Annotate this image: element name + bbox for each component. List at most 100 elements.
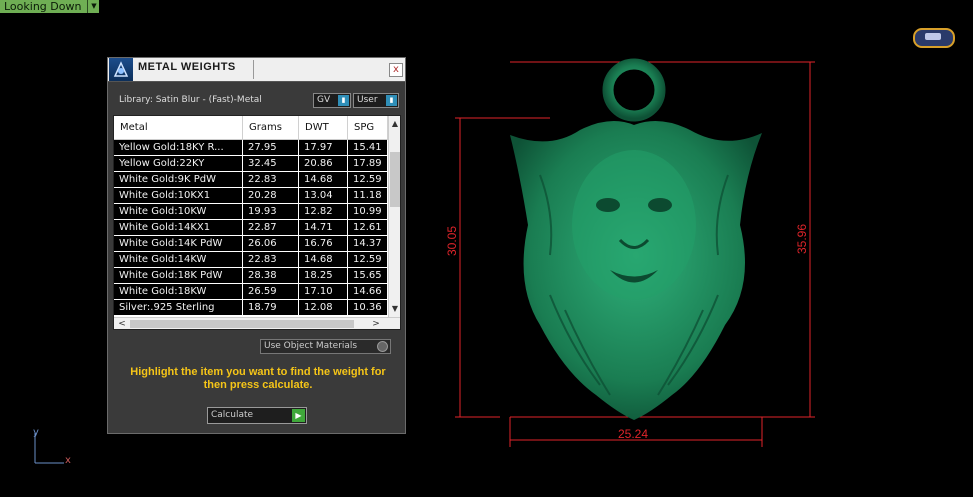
cell-metal: White Gold:10KX1 (114, 188, 243, 203)
cell-metal: Yellow Gold:18KY R... (114, 140, 243, 155)
cell-metal: White Gold:18KW (114, 284, 243, 299)
metal-weights-table[interactable]: Metal Grams DWT SPG Yellow Gold:18KY R..… (113, 115, 401, 330)
chevron-down-icon[interactable]: ▼ (87, 0, 100, 13)
cell-spg: 10.99 (348, 204, 388, 219)
table-row[interactable]: Silver:.925 Sterling 18.79 12.08 10.36 (114, 300, 388, 316)
table-row[interactable]: White Gold:14KX1 22.87 14.71 12.61 (114, 220, 388, 236)
table-row[interactable]: White Gold:10KW 19.93 12.82 10.99 (114, 204, 388, 220)
use-object-materials-toggle[interactable]: Use Object Materials (260, 339, 391, 354)
column-header-spg[interactable]: SPG (348, 116, 388, 139)
viewport-label-dropdown[interactable]: Looking Down ▼ (0, 0, 100, 13)
vertical-scrollbar[interactable]: ▲ ▼ (388, 116, 400, 317)
cell-grams: 18.79 (243, 300, 299, 315)
table-body: Yellow Gold:18KY R... 27.95 17.97 15.41 Yell… (114, 140, 388, 316)
chevron-down-icon: ▮ (338, 95, 349, 106)
cell-grams: 26.06 (243, 236, 299, 251)
cell-metal: White Gold:10KW (114, 204, 243, 219)
cell-dwt: 17.10 (299, 284, 348, 299)
app-logo-icon (109, 58, 133, 81)
column-header-grams[interactable]: Grams (243, 116, 299, 139)
table-row[interactable]: Yellow Gold:22KY 32.45 20.86 17.89 (114, 156, 388, 172)
cell-dwt: 14.68 (299, 252, 348, 267)
play-arrow-icon: ▶ (292, 409, 305, 422)
cell-grams: 20.28 (243, 188, 299, 203)
cell-dwt: 12.82 (299, 204, 348, 219)
cell-spg: 12.59 (348, 172, 388, 187)
cell-spg: 17.89 (348, 156, 388, 171)
cell-spg: 11.18 (348, 188, 388, 203)
library-label: Library: Satin Blur - (Fast)-Metal (119, 95, 262, 105)
table-row[interactable]: White Gold:14K PdW 26.06 16.76 14.37 (114, 236, 388, 252)
calculate-button[interactable]: Calculate ▶ (207, 407, 307, 424)
horizontal-scrollbar[interactable]: < > (114, 317, 400, 329)
user-label: User (357, 95, 378, 105)
gv-label: GV (317, 95, 331, 105)
cell-metal: Yellow Gold:22KY (114, 156, 243, 171)
cell-metal: Silver:.925 Sterling (114, 300, 243, 315)
dialog-title: METAL WEIGHTS (138, 61, 236, 73)
lion-pendant-model (510, 58, 762, 420)
titlebar-divider (253, 60, 254, 79)
table-row[interactable]: White Gold:18KW 26.59 17.10 14.66 (114, 284, 388, 300)
dimension-height-inner: 30.05 (445, 225, 459, 256)
scroll-thumb[interactable] (390, 152, 400, 207)
table-row[interactable]: White Gold:9K PdW 22.83 14.68 12.59 (114, 172, 388, 188)
metal-weights-dialog: METAL WEIGHTS x Library: Satin Blur - (F… (107, 57, 406, 434)
calculate-label: Calculate (211, 410, 254, 420)
dimension-height-outer: 35.96 (795, 223, 809, 254)
scroll-up-icon[interactable]: ▲ (389, 118, 400, 130)
cell-grams: 19.93 (243, 204, 299, 219)
scroll-down-icon[interactable]: ▼ (389, 303, 400, 315)
gv-dropdown[interactable]: GV ▮ (313, 93, 351, 108)
cell-dwt: 20.86 (299, 156, 348, 171)
table-row[interactable]: Yellow Gold:18KY R... 27.95 17.97 15.41 (114, 140, 388, 156)
model-viewport[interactable] (440, 55, 820, 455)
cell-grams: 22.87 (243, 220, 299, 235)
user-dropdown[interactable]: User ▮ (353, 93, 399, 108)
cell-spg: 15.65 (348, 268, 388, 283)
scroll-thumb-horizontal[interactable] (130, 320, 354, 328)
cell-grams: 26.59 (243, 284, 299, 299)
table-header: Metal Grams DWT SPG (114, 116, 388, 140)
dialog-titlebar[interactable]: METAL WEIGHTS x (108, 58, 405, 82)
chevron-down-icon: ▮ (386, 95, 397, 106)
cell-grams: 28.38 (243, 268, 299, 283)
cell-spg: 14.37 (348, 236, 388, 251)
cell-grams: 22.83 (243, 252, 299, 267)
cell-grams: 27.95 (243, 140, 299, 155)
scroll-right-icon[interactable]: > (370, 318, 382, 329)
use-object-materials-label: Use Object Materials (264, 341, 358, 351)
cell-spg: 12.61 (348, 220, 388, 235)
toggle-indicator-icon[interactable] (377, 341, 388, 352)
column-header-dwt[interactable]: DWT (299, 116, 348, 139)
close-button[interactable]: x (389, 63, 403, 77)
dimension-width: 25.24 (618, 427, 649, 441)
navigation-widget-icon[interactable] (913, 28, 955, 48)
table-row[interactable]: White Gold:10KX1 20.28 13.04 11.18 (114, 188, 388, 204)
cell-spg: 14.66 (348, 284, 388, 299)
cell-metal: White Gold:9K PdW (114, 172, 243, 187)
table-row[interactable]: White Gold:14KW 22.83 14.68 12.59 (114, 252, 388, 268)
cell-dwt: 18.25 (299, 268, 348, 283)
cell-metal: White Gold:18K PdW (114, 268, 243, 283)
cell-dwt: 17.97 (299, 140, 348, 155)
table-row[interactable]: White Gold:18K PdW 28.38 18.25 15.65 (114, 268, 388, 284)
cell-dwt: 12.08 (299, 300, 348, 315)
axis-x-label: x (65, 455, 71, 466)
cell-metal: White Gold:14K PdW (114, 236, 243, 251)
cell-metal: White Gold:14KW (114, 252, 243, 267)
cell-spg: 12.59 (348, 252, 388, 267)
cell-dwt: 16.76 (299, 236, 348, 251)
axis-y-label: y (33, 427, 39, 438)
cell-dwt: 13.04 (299, 188, 348, 203)
cell-spg: 10.36 (348, 300, 388, 315)
cell-dwt: 14.71 (299, 220, 348, 235)
cell-dwt: 14.68 (299, 172, 348, 187)
column-header-metal[interactable]: Metal (114, 116, 243, 139)
instruction-text: Highlight the item you want to find the … (130, 366, 386, 391)
scroll-left-icon[interactable]: < (116, 318, 128, 329)
cell-metal: White Gold:14KX1 (114, 220, 243, 235)
viewport-label-text: Looking Down (4, 0, 82, 13)
cell-grams: 32.45 (243, 156, 299, 171)
cell-spg: 15.41 (348, 140, 388, 155)
